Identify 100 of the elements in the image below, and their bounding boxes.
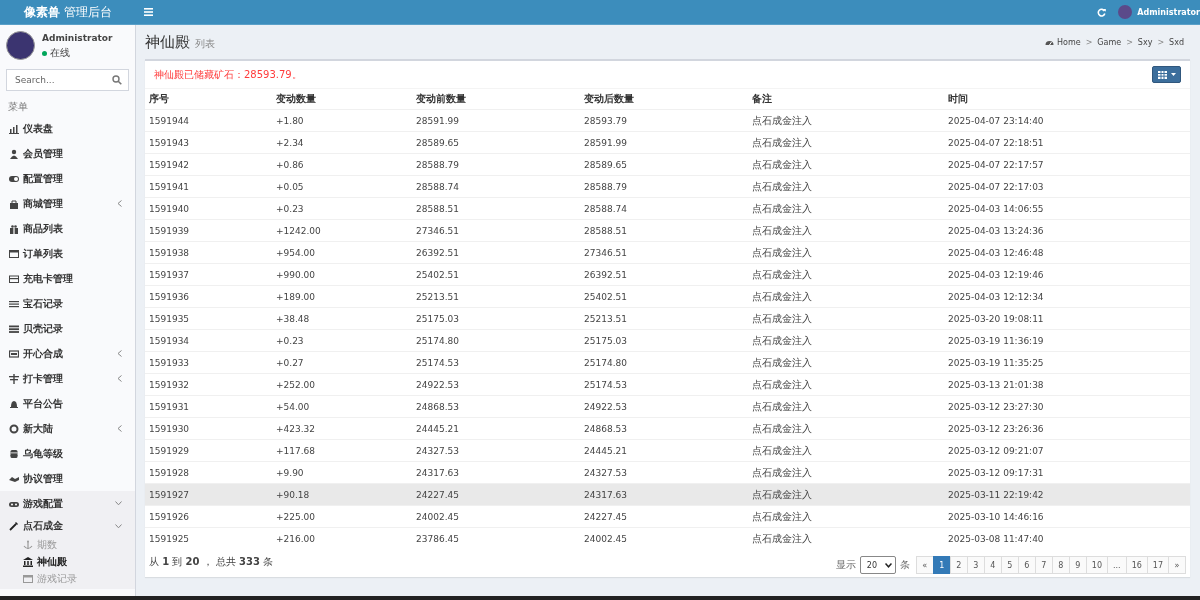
sidebar-item[interactable]: 商城管理 <box>0 191 135 216</box>
column-header: 序号 <box>145 88 272 110</box>
table-cell: 点石成金注入 <box>748 395 944 418</box>
card-icon <box>9 273 19 284</box>
table-cell: 点石成金注入 <box>748 219 944 242</box>
table-cell: 2025-03-08 11:47:40 <box>944 527 1190 549</box>
sidebar-item[interactable]: 配置管理 <box>0 166 135 191</box>
sidebar-item[interactable]: 商品列表 <box>0 216 135 241</box>
table-cell: +0.23 <box>272 329 412 352</box>
table-cell: 23786.45 <box>412 527 580 549</box>
table-cell: 点石成金注入 <box>748 417 944 440</box>
breadcrumb-link[interactable]: Sxy <box>1137 37 1153 47</box>
table-cell: 24317.63 <box>412 461 580 484</box>
page-button[interactable]: 16 <box>1125 556 1148 574</box>
table-cell: 24002.45 <box>580 527 748 549</box>
breadcrumb-link[interactable]: Home <box>1045 37 1081 47</box>
sidebar-item[interactable]: 游戏配置 <box>0 491 135 516</box>
table-cell: 2025-03-10 14:46:16 <box>944 505 1190 528</box>
user-menu[interactable]: Administrator <box>1118 5 1200 19</box>
page-button[interactable]: ... <box>1107 556 1127 574</box>
table-cell: +189.00 <box>272 285 412 308</box>
sidebar-item[interactable]: 协议管理 <box>0 466 135 491</box>
table-cell: 28588.79 <box>580 175 748 198</box>
table-cell: +90.18 <box>272 483 412 506</box>
table-cell: 1591944 <box>145 109 272 132</box>
table-cell: 点石成金注入 <box>748 307 944 330</box>
table-cell: 点石成金注入 <box>748 505 944 528</box>
table-cell: 点石成金注入 <box>748 197 944 220</box>
sidebar-item[interactable]: 贝壳记录 <box>0 316 135 341</box>
table-cell: 24445.21 <box>580 439 748 462</box>
window-icon <box>9 248 19 259</box>
page-size-select[interactable]: 20 <box>859 556 896 574</box>
sidebar-item[interactable]: 平台公告 <box>0 391 135 416</box>
breadcrumb-link[interactable]: Sxd <box>1169 37 1184 47</box>
sidebar-item[interactable]: 开心合成 <box>0 341 135 366</box>
table-cell: 24868.53 <box>580 417 748 440</box>
user-name: Administrator <box>42 33 113 43</box>
sidebar-item[interactable]: 点石成金 <box>0 516 135 536</box>
table-cell: 24868.53 <box>412 395 580 418</box>
wand-icon <box>9 521 19 531</box>
table-cell: 27346.51 <box>580 241 748 264</box>
column-header: 时间 <box>944 88 1190 110</box>
table-cell: 1591943 <box>145 131 272 154</box>
table-cell: +2.34 <box>272 131 412 154</box>
table-cell: 1591927 <box>145 483 272 506</box>
logo-text: 像素兽 <box>23 3 60 21</box>
avatar <box>6 31 35 60</box>
page-button[interactable]: « <box>915 556 934 574</box>
sidebar-item[interactable]: 宝石记录 <box>0 291 135 316</box>
page-button[interactable]: 10 <box>1085 556 1108 574</box>
avatar <box>1118 5 1133 19</box>
search-icon <box>112 75 122 85</box>
submenu-item[interactable]: 神仙殿 <box>0 553 135 570</box>
table-cell: 1591940 <box>145 197 272 220</box>
table-cell: 27346.51 <box>412 219 580 242</box>
table-cell: 28591.99 <box>580 131 748 154</box>
columns-dropdown-button[interactable] <box>1152 66 1181 83</box>
table-cell: 1591934 <box>145 329 272 352</box>
table-cell: 25175.03 <box>412 307 580 330</box>
breadcrumb-separator: > <box>1157 37 1165 47</box>
table-cell: 28588.79 <box>412 153 580 176</box>
table-cell: 2025-04-03 12:19:46 <box>944 263 1190 286</box>
table-cell: 2025-03-19 11:35:25 <box>944 351 1190 374</box>
table-cell: +0.23 <box>272 197 412 220</box>
sidebar-item[interactable]: 乌龟等级 <box>0 441 135 466</box>
table-cell: 2025-04-07 23:14:40 <box>944 109 1190 132</box>
sidebar-item[interactable]: 新大陆 <box>0 416 135 441</box>
table-cell: +0.86 <box>272 153 412 176</box>
chevron-down-icon <box>884 562 892 568</box>
table-cell: 2025-03-13 21:01:38 <box>944 373 1190 396</box>
sidebar-item[interactable]: 充电卡管理 <box>0 266 135 291</box>
column-header: 变动后数量 <box>580 88 748 110</box>
table-cell: 1591939 <box>145 219 272 242</box>
table-cell: 1591941 <box>145 175 272 198</box>
table-cell: 点石成金注入 <box>748 241 944 264</box>
table-cell: 2025-04-03 13:24:36 <box>944 219 1190 242</box>
table-cell: 24327.53 <box>580 461 748 484</box>
logo-subtitle: 管理后台 <box>63 4 112 20</box>
table-cell: +0.05 <box>272 175 412 198</box>
sidebar-item[interactable]: 仪表盘 <box>0 116 135 141</box>
table-cell: 点石成金注入 <box>748 351 944 374</box>
table-cell: 点石成金注入 <box>748 263 944 286</box>
sidebar-item[interactable]: 打卡管理 <box>0 366 135 391</box>
table-cell: 2025-03-19 11:36:19 <box>944 329 1190 352</box>
table-cell: 1591933 <box>145 351 272 374</box>
table-cell: 1591931 <box>145 395 272 418</box>
table-cell: +38.48 <box>272 307 412 330</box>
page-size-unit: 条 <box>899 558 910 572</box>
table-cell: 点石成金注入 <box>748 329 944 352</box>
table-cell: 25213.51 <box>412 285 580 308</box>
search-field[interactable]: Search... <box>6 69 129 91</box>
caret-icon <box>1170 73 1176 76</box>
table-cell: 2025-04-07 22:18:51 <box>944 131 1190 154</box>
window-icon <box>23 573 33 584</box>
table-cell: 24327.53 <box>412 439 580 462</box>
sidebar-item[interactable]: 会员管理 <box>0 141 135 166</box>
breadcrumb-link[interactable]: Game <box>1097 37 1122 47</box>
table-cell: 点石成金注入 <box>748 175 944 198</box>
page-button[interactable]: » <box>1168 556 1186 574</box>
sidebar-item[interactable]: 订单列表 <box>0 241 135 266</box>
